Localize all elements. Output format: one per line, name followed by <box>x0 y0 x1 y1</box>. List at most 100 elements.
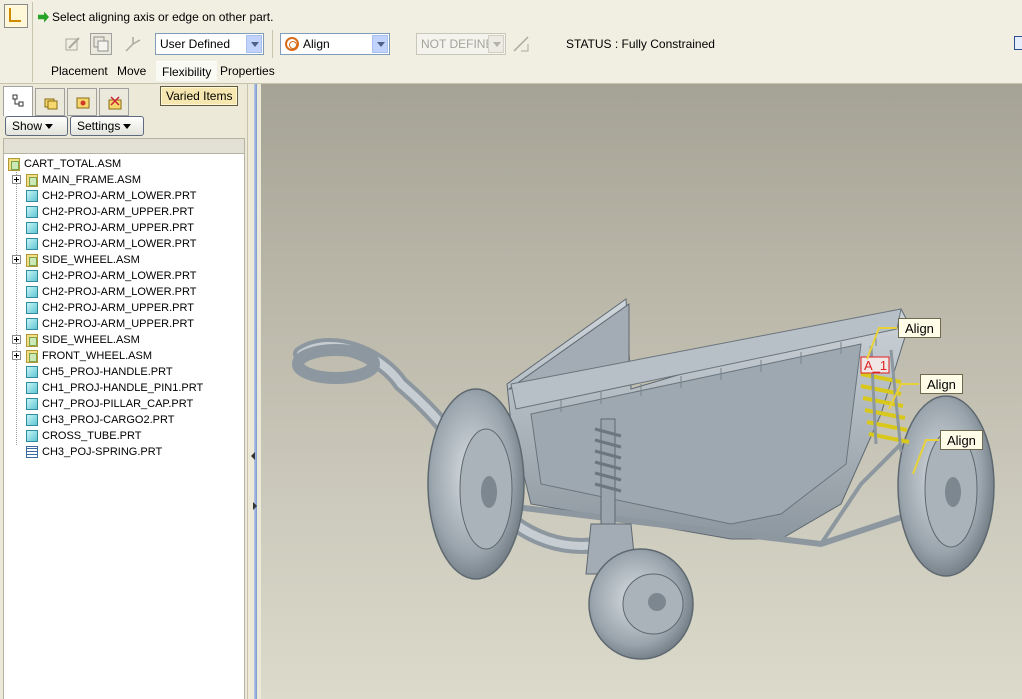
spring-part-icon <box>26 446 38 458</box>
flip-icon[interactable] <box>510 33 532 55</box>
tab-move[interactable]: Move <box>111 61 152 81</box>
sash-bar <box>254 84 257 699</box>
connections-icon <box>108 96 122 110</box>
part-icon <box>26 286 38 298</box>
graphics-window[interactable]: A_1 Align Align Align <box>261 84 1022 699</box>
tree-column-header <box>3 138 245 154</box>
tree-connector <box>16 168 17 446</box>
offset-select[interactable]: NOT DEFINE <box>416 33 506 55</box>
set-type-select[interactable]: User Defined <box>155 33 264 55</box>
tree-row-label: CH2-PROJ-ARM_UPPER.PRT <box>42 318 194 330</box>
tree-row[interactable]: CH1_PROJ-HANDLE_PIN1.PRT <box>26 380 203 396</box>
chevron-down-icon[interactable] <box>488 35 504 53</box>
navigator-tabs <box>3 86 129 116</box>
assembly-icon <box>8 157 20 171</box>
tree-row[interactable]: SIDE_WHEEL.ASM <box>26 252 140 268</box>
cart-assembly-model[interactable]: A_1 <box>261 84 1022 699</box>
expand-plus-icon[interactable] <box>12 175 21 184</box>
align-callout-3[interactable]: Align <box>940 430 983 450</box>
expand-plus-icon[interactable] <box>12 351 21 360</box>
tab-properties[interactable]: Properties <box>214 61 281 81</box>
toolbar-separator <box>272 30 273 58</box>
tree-row-label: CH2-PROJ-ARM_LOWER.PRT <box>42 238 197 250</box>
constraint-type-value: Align <box>303 37 330 51</box>
part-icon <box>26 430 38 442</box>
collapse-left-icon[interactable] <box>251 452 255 460</box>
assembly-place-icon <box>4 4 28 28</box>
tree-row[interactable]: MAIN_FRAME.ASM <box>26 172 141 188</box>
green-arrow-icon <box>38 11 49 23</box>
part-icon <box>26 222 38 234</box>
tree-row-label: CH2-PROJ-ARM_UPPER.PRT <box>42 206 194 218</box>
part-icon <box>26 206 38 218</box>
datum-axis-icon[interactable] <box>122 33 144 55</box>
dashboard-separator <box>32 2 33 82</box>
assembly-icon <box>26 253 38 267</box>
offset-value: NOT DEFINE <box>421 37 494 51</box>
tree-row-label: CH2-PROJ-ARM_UPPER.PRT <box>42 302 194 314</box>
prompt-message: Select aligning axis or edge on other pa… <box>38 10 273 24</box>
align-callout-2[interactable]: Align <box>920 374 963 394</box>
tree-row[interactable]: SIDE_WHEEL.ASM <box>26 332 140 348</box>
tree-row[interactable]: CH5_PROJ-HANDLE.PRT <box>26 364 173 380</box>
tree-row[interactable]: CH3_POJ-SPRING.PRT <box>26 444 162 460</box>
folder-browser-icon <box>44 98 58 110</box>
tree-row[interactable]: CH2-PROJ-ARM_LOWER.PRT <box>26 284 196 300</box>
part-icon <box>26 270 38 282</box>
tree-row-label: FRONT_WHEEL.ASM <box>42 350 153 362</box>
tree-row[interactable]: CH3_PROJ-CARGO2.PRT <box>26 412 174 428</box>
favorites-tab[interactable] <box>67 88 97 116</box>
part-icon <box>26 398 38 410</box>
set-type-value: User Defined <box>160 37 231 51</box>
caret-down-icon <box>123 124 132 130</box>
show-button[interactable]: Show <box>5 116 68 136</box>
part-icon <box>26 382 38 394</box>
folder-browser-tab[interactable] <box>35 88 65 116</box>
tree-row[interactable]: CH2-PROJ-ARM_UPPER.PRT <box>26 316 194 332</box>
part-icon <box>26 190 38 202</box>
tree-row-label: CH5_PROJ-HANDLE.PRT <box>42 366 173 378</box>
tree-row[interactable]: FRONT_WHEEL.ASM <box>26 348 152 364</box>
part-icon <box>26 318 38 330</box>
navigator-panel: Varied Items Show Settings CART_TOTAL.AS… <box>0 84 247 699</box>
part-icon <box>26 414 38 426</box>
model-tree-tab[interactable] <box>3 86 33 116</box>
tree-root[interactable]: CART_TOTAL.ASM <box>8 156 121 172</box>
part-icon <box>26 366 38 378</box>
tree-row-label: CH3_POJ-SPRING.PRT <box>42 446 163 458</box>
favorites-icon <box>76 97 90 109</box>
tree-row-label: MAIN_FRAME.ASM <box>42 174 142 186</box>
copy-part-icon[interactable] <box>90 33 112 55</box>
assembly-icon <box>26 349 38 363</box>
tree-row[interactable]: CH2-PROJ-ARM_UPPER.PRT <box>26 220 194 236</box>
tree-row[interactable]: CH2-PROJ-ARM_LOWER.PRT <box>26 268 196 284</box>
part-icon <box>26 238 38 250</box>
varied-items-button[interactable]: Varied Items <box>160 86 239 106</box>
expand-right-icon[interactable] <box>253 502 257 510</box>
tree-row-label: CH7_PROJ-PILLAR_CAP.PRT <box>42 398 194 410</box>
caret-down-icon <box>45 124 54 130</box>
panel-sash[interactable] <box>247 84 261 699</box>
tree-row[interactable]: CH2-PROJ-ARM_LOWER.PRT <box>26 236 196 252</box>
assembly-dashboard: Select aligning axis or edge on other pa… <box>0 0 1022 84</box>
chevron-down-icon[interactable] <box>246 35 262 53</box>
tab-placement[interactable]: Placement <box>45 61 114 81</box>
tree-row-label: SIDE_WHEEL.ASM <box>42 254 140 266</box>
tree-row[interactable]: CH2-PROJ-ARM_UPPER.PRT <box>26 300 194 316</box>
align-callout-1[interactable]: Align <box>898 318 941 338</box>
status-text: STATUS : Fully Constrained <box>566 37 715 51</box>
tree-row[interactable]: CH7_PROJ-PILLAR_CAP.PRT <box>26 396 193 412</box>
expand-plus-icon[interactable] <box>12 255 21 264</box>
assembly-icon <box>26 173 38 187</box>
tree-row[interactable]: CH2-PROJ-ARM_LOWER.PRT <box>26 188 196 204</box>
constraint-type-select[interactable]: Align <box>280 33 390 55</box>
settings-button[interactable]: Settings <box>70 116 144 136</box>
window-toggle-icon[interactable] <box>1014 36 1022 50</box>
user-defined-set-icon[interactable] <box>62 33 84 55</box>
tab-flexibility[interactable]: Flexibility <box>156 61 218 81</box>
tree-row[interactable]: CH2-PROJ-ARM_UPPER.PRT <box>26 204 194 220</box>
connections-tab[interactable] <box>99 88 129 116</box>
tree-row[interactable]: CROSS_TUBE.PRT <box>26 428 141 444</box>
chevron-down-icon[interactable] <box>372 35 388 53</box>
expand-plus-icon[interactable] <box>12 335 21 344</box>
